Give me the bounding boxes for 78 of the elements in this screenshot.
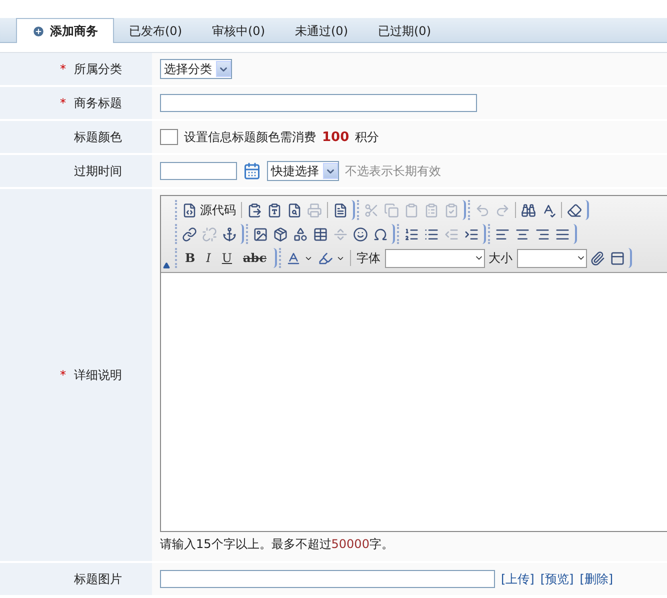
copy-icon	[384, 202, 399, 218]
source-icon	[182, 202, 197, 218]
cut-icon	[364, 202, 379, 218]
clipboard-check-icon	[444, 202, 459, 218]
indent-icon	[464, 226, 479, 242]
required-mark: *	[60, 62, 66, 76]
toolbar-label: 字体	[356, 250, 382, 266]
toolbar-label: 大小	[488, 250, 514, 266]
toolbar-select[interactable]	[516, 248, 587, 268]
shapes-icon	[293, 226, 308, 242]
add-icon	[32, 24, 45, 38]
align-center-icon	[515, 226, 530, 242]
format-button[interactable]: abc	[238, 248, 272, 268]
highlighter-icon	[318, 250, 333, 266]
collapse-icon[interactable]	[163, 262, 170, 269]
paste-text-icon	[267, 202, 282, 218]
template-icon	[333, 202, 348, 218]
align-right-icon	[535, 226, 550, 242]
tab[interactable]: 添加商务	[16, 18, 114, 43]
cost-unit: 积分	[355, 128, 380, 146]
field-label: 商务标题	[74, 94, 122, 112]
paperclip-icon	[590, 250, 605, 266]
required-mark: *	[60, 368, 66, 382]
toolbar-select[interactable]	[384, 248, 485, 268]
tab[interactable]: 审核中(0)	[197, 19, 280, 42]
field-label: 标题图片	[74, 570, 122, 588]
horizontal-rule-icon	[333, 226, 348, 242]
preview-icon	[287, 202, 302, 218]
calendar-icon[interactable]	[243, 162, 261, 180]
format-button[interactable]: U	[216, 248, 238, 268]
unlink-icon	[202, 226, 217, 242]
cost-note: 设置信息标题颜色需消费	[184, 128, 316, 146]
tab[interactable]: 未通过(0)	[280, 19, 363, 42]
spellcheck-icon	[541, 202, 556, 218]
format-button[interactable]: B	[180, 248, 200, 268]
eraser-icon	[567, 202, 582, 218]
align-left-icon	[495, 226, 510, 242]
help-text: 请输入15个字以上。最多不超过50000字。	[160, 536, 394, 553]
paste-word-icon	[247, 202, 262, 218]
anchor-icon	[222, 226, 237, 242]
tab[interactable]: 已发布(0)	[114, 19, 197, 42]
outdent-icon	[444, 226, 459, 242]
font-color-icon	[286, 250, 301, 266]
field-label: 过期时间	[74, 162, 122, 180]
image-icon	[253, 226, 268, 242]
binoculars-icon	[521, 202, 536, 218]
image-link[interactable]: [上传]	[501, 570, 534, 588]
omega-icon	[373, 226, 388, 242]
link-icon	[182, 226, 197, 242]
field-label: 所属分类	[74, 60, 122, 78]
required-mark: *	[60, 96, 66, 110]
image-link[interactable]: [预览]	[540, 570, 574, 588]
redo-icon	[495, 202, 510, 218]
field-label: 标题颜色	[74, 128, 122, 146]
image-link[interactable]: [删除]	[580, 570, 614, 588]
date-input[interactable]	[160, 162, 237, 180]
quick-select[interactable]: 快捷选择	[267, 161, 339, 181]
image-input[interactable]	[160, 570, 495, 588]
window-icon	[610, 250, 625, 266]
package-icon	[273, 226, 288, 242]
title-input[interactable]	[160, 94, 477, 112]
table-icon	[313, 226, 328, 242]
clipboard-list-icon	[424, 202, 439, 218]
hint-text: 不选表示长期有效	[345, 162, 441, 180]
field-label: 详细说明	[74, 366, 122, 384]
source-button[interactable]: 源代码	[180, 200, 238, 220]
category-select[interactable]: 选择分类	[160, 59, 232, 79]
format-button[interactable]: I	[201, 248, 216, 268]
paste-icon	[404, 202, 419, 218]
bullet-list-icon	[424, 226, 439, 242]
cost-value: 100	[322, 130, 350, 144]
smiley-icon	[353, 226, 368, 242]
print-icon	[307, 202, 322, 218]
tab[interactable]: 已过期(0)	[363, 19, 446, 42]
align-justify-icon	[555, 226, 570, 242]
numbered-list-icon	[404, 226, 419, 242]
color-picker[interactable]	[160, 129, 178, 145]
undo-icon	[475, 202, 490, 218]
